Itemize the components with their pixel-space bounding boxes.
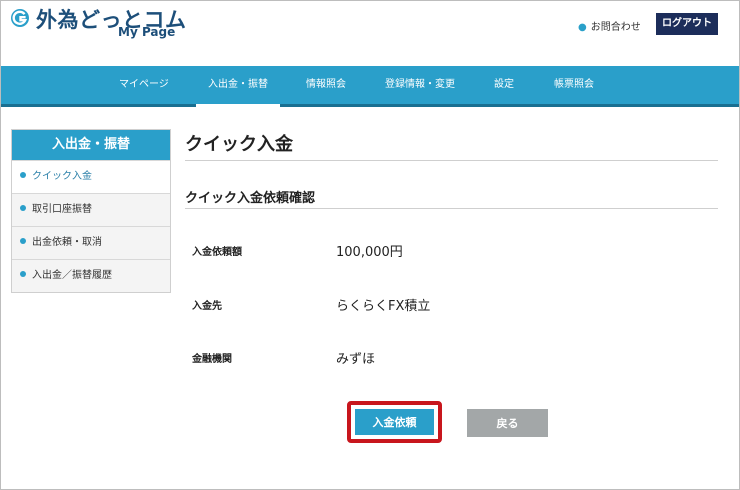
divider xyxy=(185,208,718,209)
deposit-destination-value: らくらくFX積立 xyxy=(336,299,431,314)
bullet-icon xyxy=(20,271,26,277)
brand-subtitle: My Page xyxy=(118,25,176,39)
deposit-amount-label: 入金依頼額 xyxy=(192,247,242,258)
bullet-icon xyxy=(20,172,26,178)
deposit-destination-label: 入金先 xyxy=(192,301,222,312)
sidebar-item-label: 出金依頼・取消 xyxy=(32,237,102,248)
logout-button[interactable]: ログアウト xyxy=(656,13,718,35)
brand-logo-icon xyxy=(11,9,29,27)
section-title: クイック入金依頼確認 xyxy=(185,191,316,206)
bank-label: 金融機関 xyxy=(192,354,232,365)
bullet-icon xyxy=(20,238,26,244)
page-title: クイック入金 xyxy=(185,134,293,155)
bank-value: みずほ xyxy=(336,352,376,367)
bullet-icon: ● xyxy=(578,22,587,33)
sidebar-item-label: 取引口座振替 xyxy=(32,204,92,215)
sidebar: 入出金・振替 クイック入金 取引口座振替 出金依頼・取消 入出金／振替履歴 xyxy=(11,129,171,293)
sidebar-item-label: 入出金／振替履歴 xyxy=(32,270,112,281)
bullet-icon xyxy=(20,205,26,211)
nav-item-deposit-transfer[interactable]: 入出金・振替 xyxy=(196,66,280,107)
nav-item-info-inquiry[interactable]: 情報照会 xyxy=(306,66,346,104)
sidebar-item-label: クイック入金 xyxy=(32,171,92,182)
nav-item-mypage[interactable]: マイページ xyxy=(119,66,169,104)
back-button[interactable]: 戻る xyxy=(467,409,548,437)
sidebar-item-history[interactable]: 入出金／振替履歴 xyxy=(12,259,170,292)
contact-label: お問合わせ xyxy=(590,22,641,33)
divider xyxy=(185,160,718,161)
deposit-amount-value: 100,000円 xyxy=(336,245,403,260)
sidebar-item-quick-deposit[interactable]: クイック入金 xyxy=(12,160,170,193)
main-nav: マイページ 入出金・振替 情報照会 登録情報・変更 設定 帳票照会 xyxy=(1,66,739,107)
sidebar-item-account-transfer[interactable]: 取引口座振替 xyxy=(12,193,170,226)
sidebar-title: 入出金・振替 xyxy=(12,130,170,160)
nav-item-reports[interactable]: 帳票照会 xyxy=(554,66,594,104)
sidebar-item-withdrawal[interactable]: 出金依頼・取消 xyxy=(12,226,170,259)
submit-deposit-button[interactable]: 入金依頼 xyxy=(355,409,434,435)
contact-link[interactable]: ● お問合わせ xyxy=(578,18,641,33)
nav-item-registration[interactable]: 登録情報・変更 xyxy=(385,66,455,104)
nav-item-settings[interactable]: 設定 xyxy=(494,66,514,104)
